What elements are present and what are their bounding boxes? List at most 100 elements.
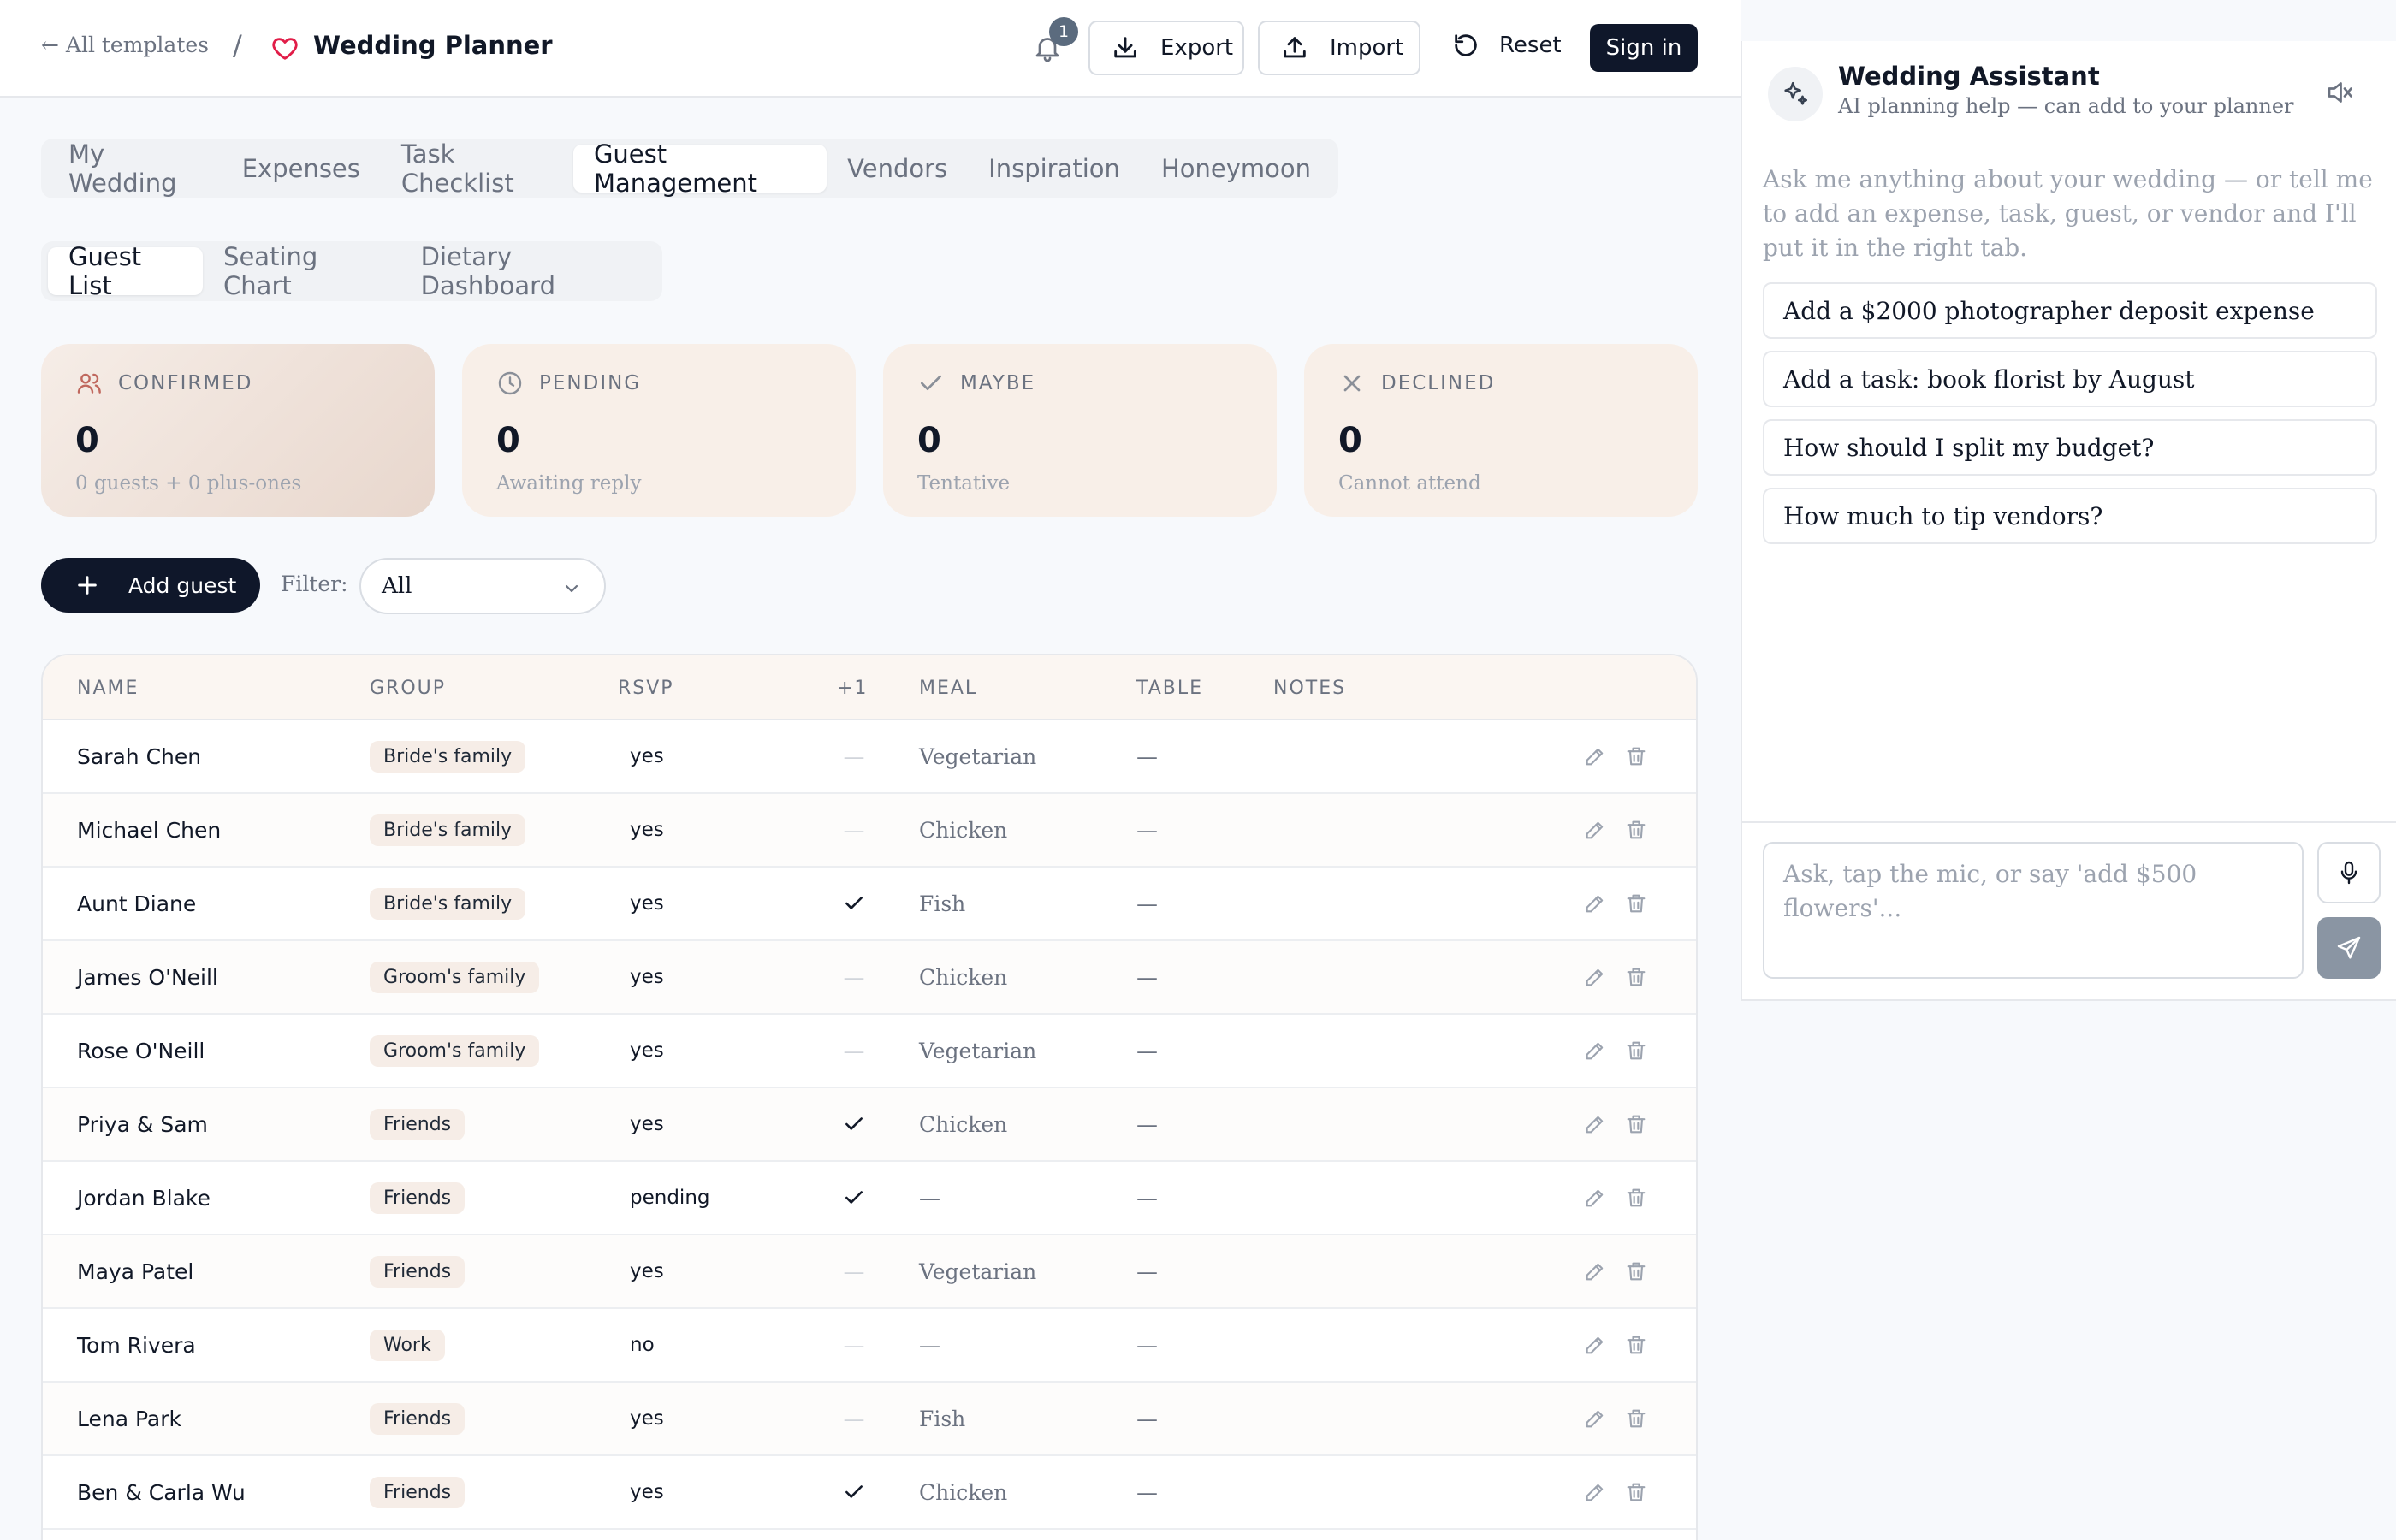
stat-label: DECLINED [1381, 372, 1496, 394]
stat-value: 0 [1338, 421, 1362, 460]
table-row[interactable]: Ben & Carla Wu Friends yes Chicken — [43, 1456, 1696, 1530]
table-row[interactable]: Maya Patel Friends yes — Vegetarian — [43, 1235, 1696, 1309]
main-tabs: My Wedding Expenses Task Checklist Guest Ma… [41, 139, 1338, 198]
suggestion-chip[interactable]: How much to tip vendors? [1763, 488, 2377, 544]
sub-tabs: Guest List Seating Chart Dietary Dashboard [41, 241, 662, 301]
guest-rsvp: yes [630, 892, 664, 915]
edit-icon[interactable] [1583, 818, 1607, 842]
guest-meal: Chicken [919, 1111, 1008, 1137]
guest-group: Friends [370, 1162, 466, 1234]
trash-icon[interactable] [1624, 1039, 1648, 1063]
edit-icon[interactable] [1583, 1259, 1607, 1283]
edit-icon[interactable] [1583, 1039, 1607, 1063]
guest-group: Friends [370, 1088, 466, 1160]
edit-icon[interactable] [1583, 1186, 1607, 1210]
table-row[interactable]: Tom Rivera Work no — — — [43, 1309, 1696, 1383]
guest-meal: Fish [919, 1406, 966, 1431]
stat-label: PENDING [539, 372, 642, 394]
column-header-meal[interactable]: MEAL [919, 678, 977, 699]
table-row[interactable]: Rose O'Neill Groom's family yes — Vegetarian… [43, 1015, 1696, 1088]
app-title: Wedding Planner [313, 31, 553, 60]
table-row[interactable]: Sarah Chen Bride's family yes — Vegetarian — [43, 720, 1696, 794]
tab-vendors[interactable]: Vendors [827, 145, 968, 192]
check-icon [921, 375, 941, 390]
plus-one-empty: — [843, 964, 865, 990]
add-guest-button[interactable]: Add guest [41, 558, 260, 613]
mic-button[interactable] [2317, 842, 2381, 903]
tab-my-wedding[interactable]: My Wedding [48, 139, 222, 198]
guest-table-number: — [1136, 1259, 1158, 1284]
sparkles-icon [1784, 81, 1808, 105]
table-row[interactable]: Michael Chen Bride's family yes — Chicken — [43, 794, 1696, 868]
tab-guest-management[interactable]: Guest Management [572, 139, 827, 198]
table-row[interactable]: James O'Neill Groom's family yes — Chicken — [43, 941, 1696, 1015]
plus-one-empty: — [843, 1038, 865, 1063]
guest-meal: Chicken [919, 1479, 1008, 1505]
column-header-group[interactable]: GROUP [370, 678, 446, 699]
export-button[interactable]: Export [1088, 21, 1244, 75]
guest-group: Friends [370, 1383, 466, 1454]
table-row[interactable]: Lena Park Friends yes — Fish — [43, 1383, 1696, 1456]
reset-label: Reset [1499, 33, 1562, 58]
stat-value: 0 [75, 421, 99, 460]
trash-icon[interactable] [1624, 1333, 1648, 1357]
trash-icon[interactable] [1624, 744, 1648, 768]
sign-in-button[interactable]: Sign in [1590, 24, 1698, 72]
check-icon [845, 1485, 863, 1498]
tab-honeymoon[interactable]: Honeymoon [1141, 145, 1331, 192]
table-row[interactable]: Priya & Sam Friends yes Chicken — [43, 1088, 1696, 1162]
stat-card-maybe: MAYBE 0 Tentative [883, 344, 1277, 517]
tab-expenses[interactable]: Expenses [222, 145, 381, 192]
trash-icon[interactable] [1624, 1186, 1648, 1210]
table-row[interactable]: Aunt Diane Bride's family yes Fish — [43, 868, 1696, 941]
guest-plus-one: — [839, 1309, 869, 1381]
suggestion-chip[interactable]: Add a $2000 photographer deposit expense [1763, 282, 2377, 339]
tab-task-checklist[interactable]: Task Checklist [381, 139, 573, 198]
trash-icon[interactable] [1624, 891, 1648, 915]
edit-icon[interactable] [1583, 891, 1607, 915]
column-header-notes[interactable]: NOTES [1273, 678, 1346, 699]
trash-icon[interactable] [1624, 1259, 1648, 1283]
guest-table-number: — [1136, 1038, 1158, 1063]
edit-icon[interactable] [1583, 1112, 1607, 1136]
edit-icon[interactable] [1583, 1333, 1607, 1357]
import-label: Import [1330, 35, 1404, 61]
filter-select[interactable]: All [359, 558, 606, 614]
table-row[interactable]: Jordan Blake Friends pending — — [43, 1162, 1696, 1235]
guest-meal: Chicken [919, 817, 1008, 843]
edit-icon[interactable] [1583, 1407, 1607, 1430]
export-label: Export [1160, 35, 1234, 61]
import-button[interactable]: Import [1258, 21, 1420, 75]
edit-icon[interactable] [1583, 1480, 1607, 1504]
send-icon [2337, 936, 2361, 959]
subtab-guest-list[interactable]: Guest List [48, 242, 204, 300]
guest-group: Bride's family [370, 868, 526, 939]
guest-group: Friends [370, 1456, 466, 1528]
column-header-name[interactable]: NAME [77, 678, 139, 699]
trash-icon[interactable] [1624, 1112, 1648, 1136]
row-actions [1583, 1088, 1665, 1160]
group-badge: Friends [370, 1476, 466, 1508]
trash-icon[interactable] [1624, 965, 1648, 989]
send-button[interactable] [2317, 917, 2381, 979]
all-templates-link[interactable]: ← All templates [41, 33, 209, 57]
reset-button[interactable]: Reset [1451, 31, 1562, 60]
subtab-dietary-dashboard[interactable]: Dietary Dashboard [400, 242, 655, 300]
suggestion-chip[interactable]: How should I split my budget? [1763, 419, 2377, 476]
column-header-rsvp[interactable]: RSVP [618, 678, 674, 699]
guest-plus-one: — [839, 941, 869, 1013]
chat-input[interactable]: Ask, tap the mic, or say 'add $500 flowe… [1763, 842, 2304, 979]
tab-inspiration[interactable]: Inspiration [968, 145, 1141, 192]
subtab-seating-chart[interactable]: Seating Chart [203, 242, 400, 300]
trash-icon[interactable] [1624, 1480, 1648, 1504]
mute-icon[interactable] [2324, 77, 2355, 108]
plus-one-empty: — [843, 1259, 865, 1284]
trash-icon[interactable] [1624, 818, 1648, 842]
edit-icon[interactable] [1583, 965, 1607, 989]
edit-icon[interactable] [1583, 744, 1607, 768]
column-header-plus-one[interactable]: +1 [837, 678, 868, 699]
guest-name: Ben & Carla Wu [77, 1479, 246, 1505]
trash-icon[interactable] [1624, 1407, 1648, 1430]
column-header-table[interactable]: TABLE [1136, 678, 1203, 699]
suggestion-chip[interactable]: Add a task: book florist by August [1763, 351, 2377, 407]
